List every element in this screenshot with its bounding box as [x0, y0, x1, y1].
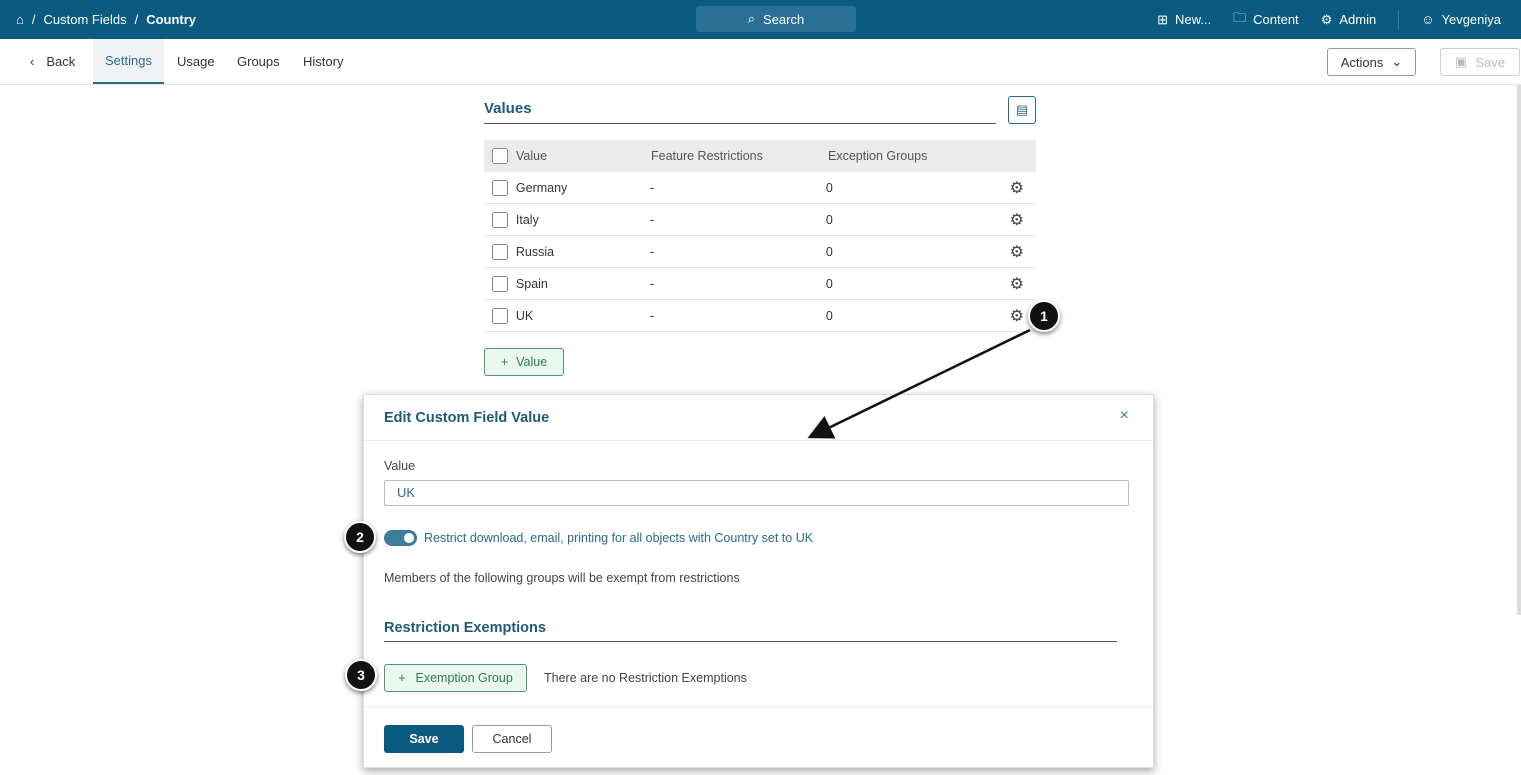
callout-1: 1: [1028, 300, 1060, 332]
callout-3: 3: [345, 659, 377, 691]
callout-2: 2: [344, 521, 376, 553]
annotation-arrow: [807, 328, 1031, 439]
